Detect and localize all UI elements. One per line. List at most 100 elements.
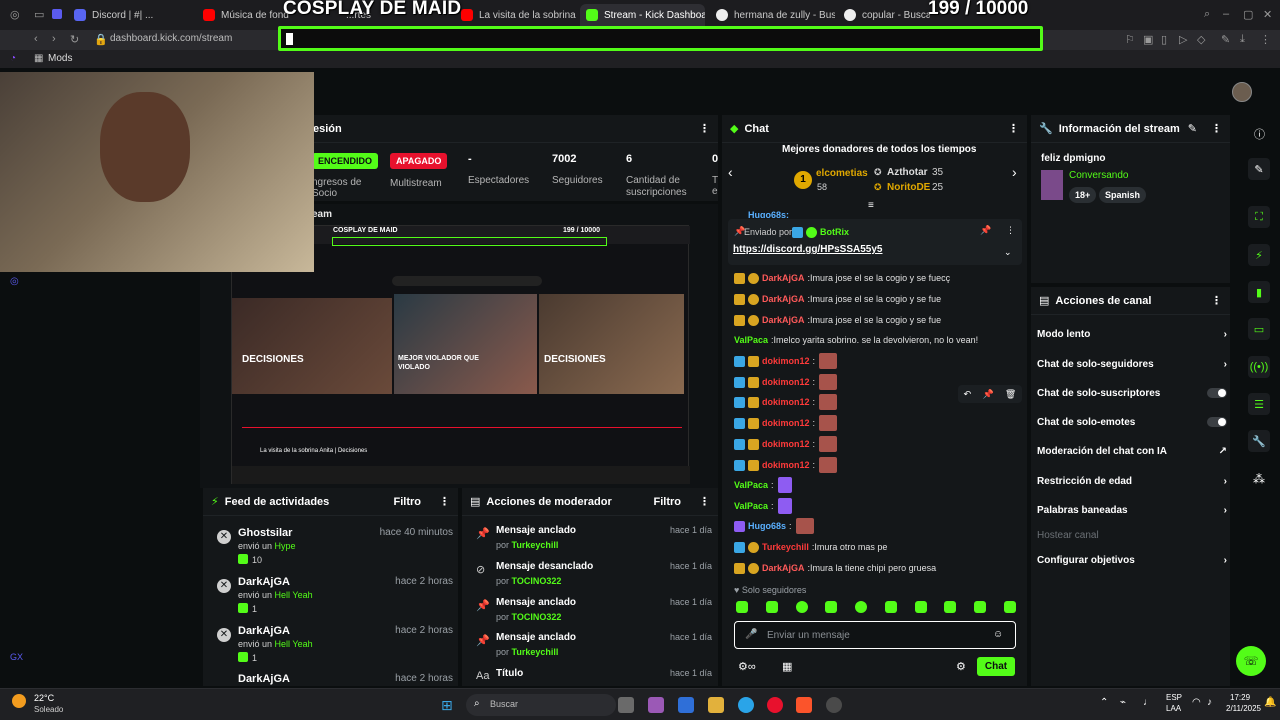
chat-username[interactable]: dokimon12 xyxy=(762,377,810,387)
left-rail-icon[interactable]: ◎ xyxy=(10,276,19,287)
rail-apps-icon[interactable]: ⁂ xyxy=(1253,472,1265,486)
file-explorer-icon[interactable] xyxy=(708,697,724,713)
browser-menu-icon[interactable]: ◎ xyxy=(10,8,20,21)
rail-flash-button[interactable]: ⚡ xyxy=(1248,244,1270,266)
action-palabras-baneadas[interactable]: Palabras baneadas › xyxy=(1037,501,1227,519)
play-icon[interactable]: ▷ xyxy=(1179,33,1187,46)
pin-message-icon[interactable]: 📌 xyxy=(982,389,993,400)
windows-start-icon[interactable]: ⊞ xyxy=(441,697,453,714)
emote-icon[interactable] xyxy=(884,601,897,613)
edit-icon[interactable]: ✎ xyxy=(1221,33,1230,46)
tab-la-visita[interactable]: La visita de la sobrina An xyxy=(455,4,577,26)
reload-icon[interactable]: ↻ xyxy=(70,33,79,46)
chat-message[interactable]: ValPaca: xyxy=(734,476,1024,494)
chat-message[interactable]: dokimon12: xyxy=(734,456,1024,474)
chat-message[interactable]: Turkeychill: Imura otro mas pe xyxy=(734,538,1024,556)
chat-username[interactable]: DarkAjGA xyxy=(762,294,805,304)
action-modo-lento[interactable]: Modo lento › xyxy=(1037,325,1227,343)
chat-message[interactable]: DarkAjGA: Imura jose el se la cogio y se… xyxy=(734,269,1024,287)
chat-username[interactable]: DarkAjGA xyxy=(762,273,805,283)
copilot-icon[interactable] xyxy=(648,697,664,713)
forward-icon[interactable]: › xyxy=(52,33,56,45)
more-icon[interactable]: ⋮ xyxy=(1260,33,1271,46)
tab-musica[interactable]: Música de fondo gr... xyxy=(197,4,289,26)
chat-message[interactable]: DarkAjGA: Imura jose el se la cogio y se… xyxy=(734,311,1024,329)
chat-settings-icon[interactable]: ⚙︎∞ xyxy=(738,660,756,673)
chat-username[interactable]: DarkAjGA xyxy=(762,563,805,573)
download-icon[interactable]: ⤓ xyxy=(1240,33,1245,46)
chat-username[interactable]: Hugo68s xyxy=(748,521,786,531)
apagado-badge[interactable]: APAGADO xyxy=(390,153,448,169)
delete-icon[interactable]: 🗑 xyxy=(1005,389,1016,400)
action-solo-seguidores[interactable]: Chat de solo-seguidores › xyxy=(1037,355,1227,373)
mod-by-user[interactable]: TOCINO322 xyxy=(512,576,562,586)
rail-clip-button[interactable]: ▮ xyxy=(1248,281,1270,303)
close-icon[interactable]: ✕ xyxy=(1263,8,1272,21)
mod-by-user[interactable]: Turkeychill xyxy=(512,647,559,657)
activity-feed-more-icon[interactable]: ⋮ xyxy=(439,495,450,508)
keyboard-lang[interactable]: ESP xyxy=(1166,693,1182,702)
emote-icon[interactable] xyxy=(825,601,838,613)
chat-input[interactable]: 🎤 Enviar un mensaje ☺ xyxy=(734,621,1016,649)
rail-fullscreen-button[interactable]: ⛶ xyxy=(1248,206,1270,228)
clock-time[interactable]: 17:29 xyxy=(1230,693,1250,702)
action-solo-suscriptores[interactable]: Chat de solo-suscriptores xyxy=(1037,384,1227,402)
opera-icon[interactable] xyxy=(767,697,783,713)
info-icon[interactable]: ⓘ xyxy=(1254,126,1265,142)
gift-icon[interactable]: ▦ xyxy=(782,660,792,673)
action-configurar-objetivos[interactable]: Configurar objetivos › xyxy=(1037,551,1227,569)
mod-by-user[interactable]: Turkeychill xyxy=(512,540,559,550)
task-view-icon[interactable] xyxy=(618,697,634,713)
store-icon[interactable] xyxy=(678,697,694,713)
action-moderacion-ia[interactable]: Moderación del chat con IA ↗ xyxy=(1037,442,1227,460)
support-button[interactable]: ☏ xyxy=(1236,646,1266,676)
tray-chevron-icon[interactable]: ⌃ xyxy=(1100,697,1108,708)
tab-discord[interactable]: Discord | #| ... xyxy=(68,4,188,26)
mod-actions-filter[interactable]: Filtro xyxy=(654,496,682,508)
emoji-icon[interactable]: ☺ xyxy=(993,629,1003,640)
chat-message[interactable]: ValPaca: Imelco yarita sobrino. se la de… xyxy=(734,331,1024,349)
session-more-icon[interactable]: ⋮ xyxy=(699,122,710,135)
action-solo-emotes[interactable]: Chat de solo-emotes xyxy=(1037,413,1227,431)
tab-hermana[interactable]: hermana de zully - Busca xyxy=(710,4,835,26)
collapse-icon[interactable]: ≡ xyxy=(868,200,874,211)
donors-next-icon[interactable]: › xyxy=(1012,164,1017,180)
chevron-down-icon[interactable]: ⌄ xyxy=(1004,247,1012,258)
edit-info-icon[interactable]: ✎ xyxy=(1188,122,1197,135)
url-field[interactable]: dashboard.kick.com/stream xyxy=(110,33,232,44)
feed-user[interactable]: DarkAjGA xyxy=(238,625,290,637)
rail-wrench-button[interactable]: 🔧 xyxy=(1248,430,1270,452)
subs-only-toggle[interactable] xyxy=(1207,388,1227,398)
left-rail-bottom-icon[interactable]: GX xyxy=(10,652,23,662)
feed-user[interactable]: Ghostsilar xyxy=(238,527,292,539)
chat-message[interactable]: dokimon12: xyxy=(734,414,1024,432)
mod-actions-more-icon[interactable]: ⋮ xyxy=(699,495,710,508)
stream-info-more-icon[interactable]: ⋮ xyxy=(1211,122,1222,135)
chat-username[interactable]: Turkeychill xyxy=(762,542,809,552)
feed-user[interactable]: DarkAjGA xyxy=(238,673,290,685)
chat-username[interactable]: ValPaca xyxy=(734,501,768,511)
rail-list-button[interactable]: ☰ xyxy=(1248,393,1270,415)
emote-icon[interactable] xyxy=(765,601,778,613)
emote-icon[interactable] xyxy=(1003,601,1016,613)
emote-icon[interactable] xyxy=(855,601,868,613)
new-tab-icon[interactable] xyxy=(52,9,62,19)
search-tabs-icon[interactable]: ⌕ xyxy=(1204,8,1210,21)
send-chat-button[interactable]: Chat xyxy=(977,657,1015,676)
sidebar-icon[interactable]: ▯ xyxy=(1161,33,1167,46)
emote-icon[interactable] xyxy=(736,601,748,613)
chat-message[interactable]: dokimon12: xyxy=(734,435,1024,453)
emote-icon[interactable] xyxy=(974,601,987,613)
unpin-button[interactable]: 📌 xyxy=(980,225,991,236)
rail-broadcast-button[interactable]: ((•)) xyxy=(1248,356,1270,378)
tray-volume-icon[interactable]: ♪ xyxy=(1207,697,1212,708)
chat-message[interactable]: Hugo68s: xyxy=(734,517,1024,535)
reply-icon[interactable]: ↶ xyxy=(964,389,972,400)
edge-icon[interactable] xyxy=(738,697,754,713)
chat-message[interactable]: ValPaca: xyxy=(734,497,1024,515)
activity-feed-filter[interactable]: Filtro xyxy=(394,496,422,508)
notification-icon[interactable]: 🔔 xyxy=(1264,697,1276,708)
chat-username[interactable]: dokimon12 xyxy=(762,356,810,366)
rail-chat-button[interactable]: ▭ xyxy=(1248,318,1270,340)
chat-message[interactable]: DarkAjGA: Imura la tiene chipi pero grue… xyxy=(734,559,1024,577)
